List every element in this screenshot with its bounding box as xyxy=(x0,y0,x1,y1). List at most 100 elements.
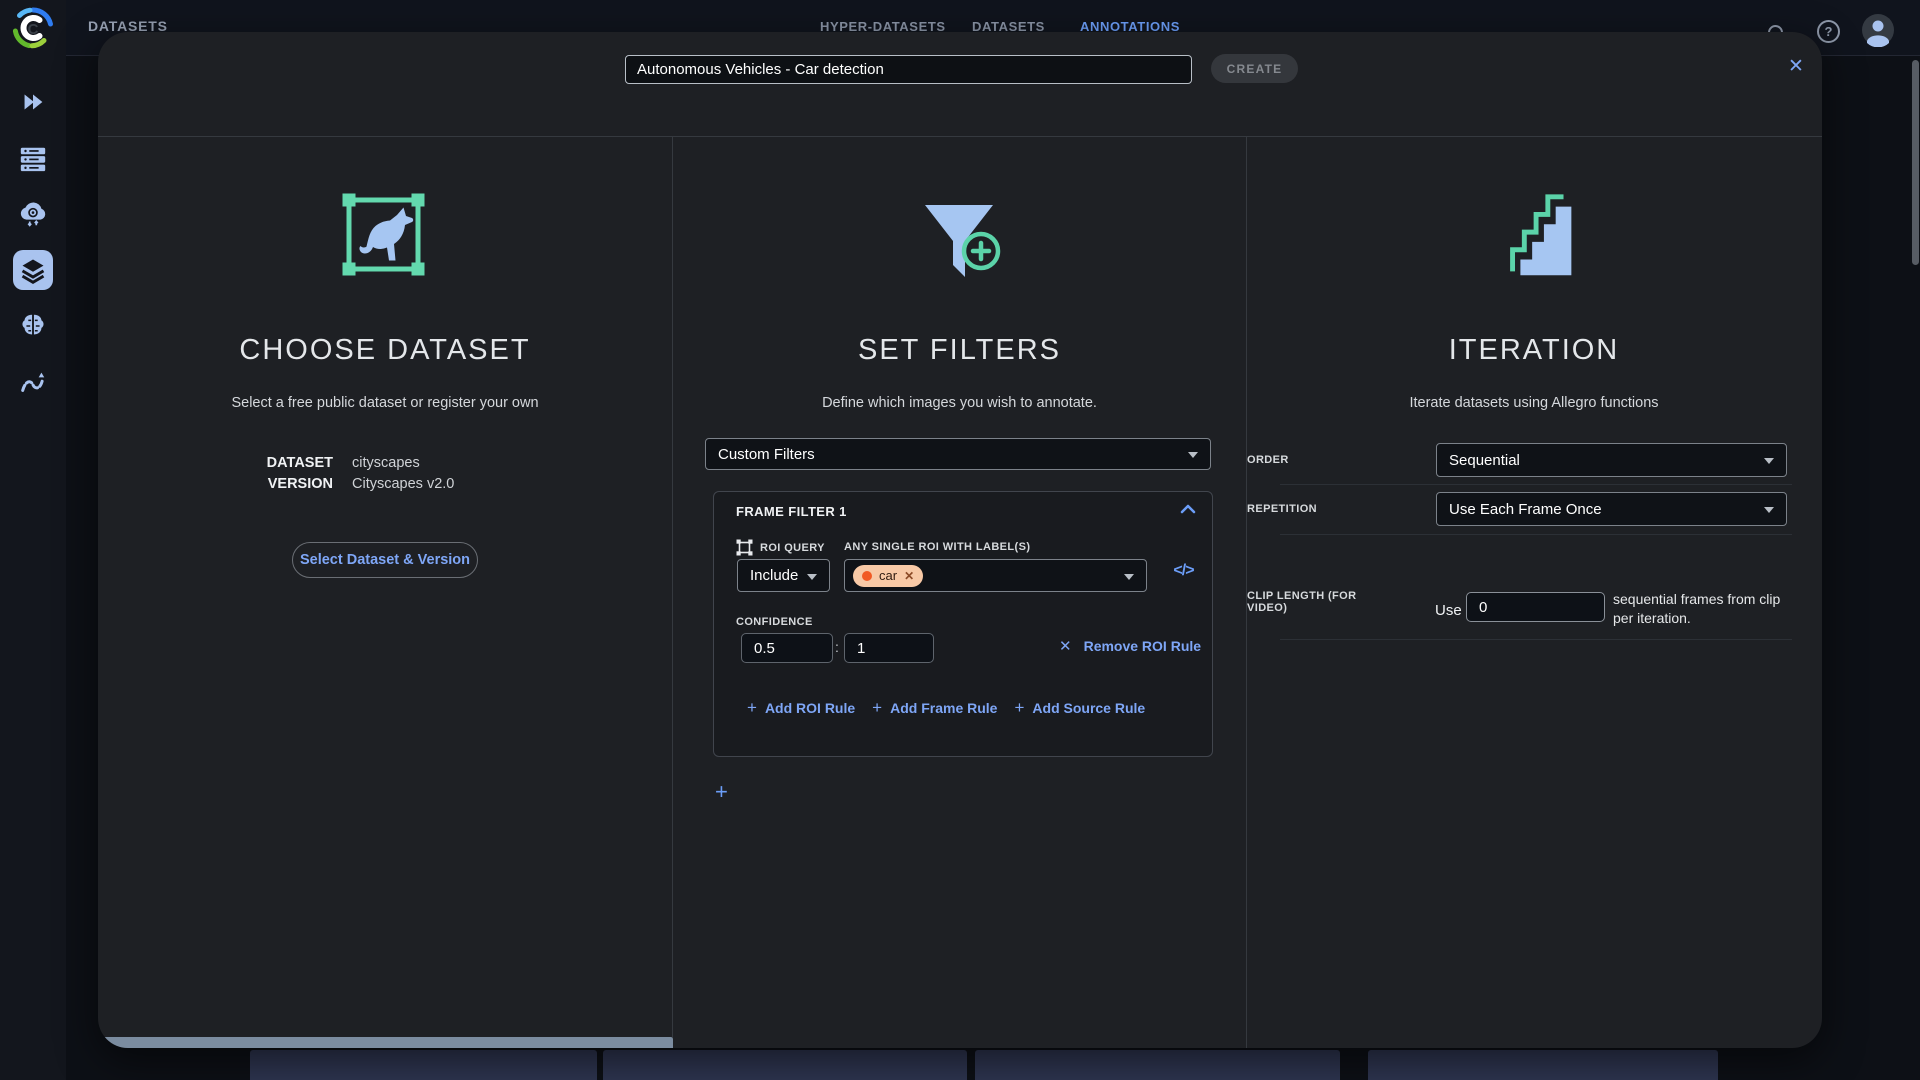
remove-roi-rule-label: Remove ROI Rule xyxy=(1084,638,1201,654)
sidebar: C xyxy=(0,0,66,1080)
background-card xyxy=(603,1050,967,1080)
clip-length-label: CLIP LENGTH (FOR VIDEO) xyxy=(1247,590,1397,614)
add-source-rule-label: Add Source Rule xyxy=(1032,700,1145,716)
version-row: VERSION Cityscapes v2.0 xyxy=(98,474,672,495)
choose-dataset-column: CHOOSE DATASET Select a free public data… xyxy=(98,137,673,1048)
background-card xyxy=(250,1050,597,1080)
sidebar-item-servers[interactable] xyxy=(13,138,53,178)
clip-use-label: Use xyxy=(1435,602,1462,619)
brain-icon xyxy=(18,311,48,341)
row-divider xyxy=(1280,534,1792,535)
roi-query-label: ROI QUERY xyxy=(760,542,825,554)
code-editor-icon[interactable]: </> xyxy=(1161,562,1206,580)
chip-remove-icon[interactable]: ✕ xyxy=(904,569,914,583)
repetition-value: Use Each Frame Once xyxy=(1449,501,1602,518)
chevron-down-icon xyxy=(1764,458,1774,464)
modal-horizontal-scrollbar[interactable] xyxy=(98,1037,673,1048)
roi-include-select[interactable]: Include xyxy=(737,559,830,592)
modal-body: CHOOSE DATASET Select a free public data… xyxy=(98,137,1822,1048)
confidence-min-input[interactable] xyxy=(741,633,833,663)
filter-preset-select[interactable]: Custom Filters xyxy=(705,438,1211,470)
iteration-stairs-icon xyxy=(1491,189,1589,287)
modal-header: CREATE ✕ xyxy=(98,32,1822,137)
dataset-summary: DATASET cityscapes VERSION Cityscapes v2… xyxy=(98,453,672,495)
sidebar-item-pipelines[interactable] xyxy=(13,362,53,402)
layers-icon xyxy=(19,256,47,284)
task-name-input[interactable] xyxy=(625,55,1192,84)
iteration-title: ITERATION xyxy=(1247,334,1821,367)
filter-add-icon xyxy=(913,191,1013,291)
dataset-label: DATASET xyxy=(98,453,333,474)
close-icon[interactable]: ✕ xyxy=(1782,52,1810,80)
plus-icon: + xyxy=(747,698,757,718)
avatar[interactable] xyxy=(1861,13,1895,47)
page-scrollbar[interactable] xyxy=(1912,60,1919,265)
choose-dataset-subtitle: Select a free public dataset or register… xyxy=(98,395,672,411)
iteration-subtitle: Iterate datasets using Allegro functions xyxy=(1247,395,1821,411)
roi-labels-label: ANY SINGLE ROI WITH LABEL(S) xyxy=(844,541,1030,553)
label-chip-car: car ✕ xyxy=(853,565,923,587)
add-frame-rule-button[interactable]: + Add Frame Rule xyxy=(872,698,997,718)
order-label: ORDER xyxy=(1247,454,1289,466)
clip-length-input[interactable] xyxy=(1466,592,1605,622)
dataset-annotation-icon xyxy=(337,188,430,281)
create-annotation-task-modal: CREATE ✕ CHOOSE DATASET Select a free pu… xyxy=(98,32,1822,1048)
chevron-down-icon xyxy=(1188,452,1198,458)
frame-filter-title: FRAME FILTER 1 xyxy=(736,504,847,519)
version-label: VERSION xyxy=(98,474,333,495)
select-dataset-version-button[interactable]: Select Dataset & Version xyxy=(292,542,478,578)
background-card xyxy=(1368,1050,1718,1080)
clearml-logo-icon[interactable]: C xyxy=(11,6,55,50)
confidence-max-input[interactable] xyxy=(844,633,934,663)
version-value: Cityscapes v2.0 xyxy=(352,474,454,495)
row-divider xyxy=(1280,484,1792,485)
label-chip-text: car xyxy=(879,568,897,583)
double-chevron-icon xyxy=(18,87,48,117)
add-rule-row: + Add ROI Rule + Add Frame Rule + Add So… xyxy=(747,698,1145,718)
pipeline-route-icon xyxy=(18,367,48,397)
remove-roi-rule-button[interactable]: ✕ Remove ROI Rule xyxy=(1059,637,1201,655)
filter-preset-value: Custom Filters xyxy=(718,446,815,463)
confidence-separator: : xyxy=(835,639,839,655)
create-button[interactable]: CREATE xyxy=(1211,54,1298,83)
sidebar-item-datasets[interactable] xyxy=(13,250,53,290)
repetition-select[interactable]: Use Each Frame Once xyxy=(1436,492,1787,526)
label-color-dot xyxy=(862,571,872,581)
roi-labels-select[interactable]: car ✕ xyxy=(844,559,1147,592)
remove-x-icon: ✕ xyxy=(1059,637,1072,655)
plus-icon: + xyxy=(1014,698,1024,718)
add-frame-rule-label: Add Frame Rule xyxy=(890,700,997,716)
cloud-gear-icon xyxy=(18,199,48,229)
add-frame-filter-button[interactable]: + xyxy=(715,782,728,802)
chevron-down-icon xyxy=(807,574,817,580)
add-roi-rule-button[interactable]: + Add ROI Rule xyxy=(747,698,855,718)
set-filters-title: SET FILTERS xyxy=(673,334,1246,367)
dataset-row: DATASET cityscapes xyxy=(98,453,672,474)
roi-query-label-row: ROI QUERY xyxy=(736,539,825,556)
plus-icon: + xyxy=(872,698,882,718)
background-card xyxy=(975,1050,1340,1080)
order-select[interactable]: Sequential xyxy=(1436,443,1787,477)
help-glyph: ? xyxy=(1825,24,1833,39)
repetition-label: REPETITION xyxy=(1247,503,1317,515)
add-source-rule-button[interactable]: + Add Source Rule xyxy=(1014,698,1145,718)
roi-include-value: Include xyxy=(750,567,798,584)
chevron-up-icon[interactable] xyxy=(1180,504,1196,514)
clip-length-description: sequential frames from clip per iteratio… xyxy=(1613,590,1797,628)
order-value: Sequential xyxy=(1449,452,1520,469)
set-filters-column: SET FILTERS Define which images you wish… xyxy=(673,137,1247,1048)
set-filters-subtitle: Define which images you wish to annotate… xyxy=(673,395,1246,411)
dataset-value: cityscapes xyxy=(352,453,420,474)
confidence-label: CONFIDENCE xyxy=(736,616,813,628)
sidebar-item-getting-started[interactable] xyxy=(13,82,53,122)
chevron-down-icon xyxy=(1764,507,1774,513)
server-stack-icon xyxy=(18,143,48,173)
chevron-down-icon xyxy=(1124,574,1134,580)
svg-text:C: C xyxy=(28,21,39,38)
row-divider xyxy=(1280,639,1792,640)
sidebar-item-cloud[interactable] xyxy=(13,194,53,234)
frame-filter-panel: FRAME FILTER 1 ROI QUERY xyxy=(713,491,1213,757)
add-roi-rule-label: Add ROI Rule xyxy=(765,700,855,716)
app-root: DATASETS HYPER-DATASETS DATASETS ANNOTAT… xyxy=(0,0,1920,1080)
sidebar-item-models[interactable] xyxy=(13,306,53,346)
